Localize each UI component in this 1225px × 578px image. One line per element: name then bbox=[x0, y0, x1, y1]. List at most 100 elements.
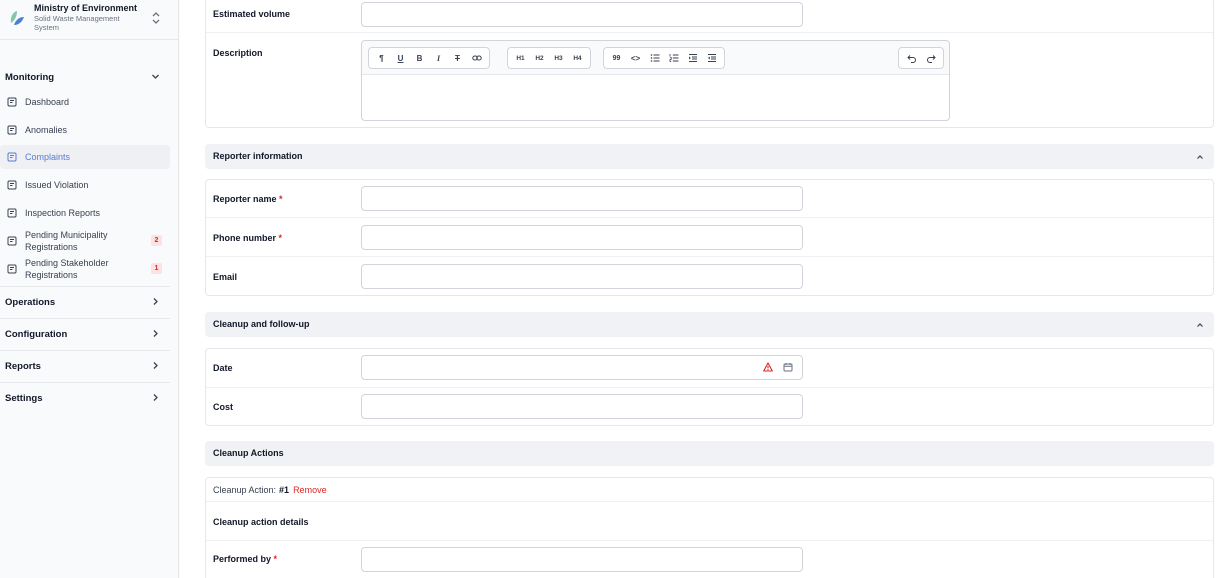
sidebar-item-complaints[interactable]: Complaints bbox=[0, 145, 170, 169]
bullet-list-icon bbox=[650, 54, 659, 62]
sidebar-item-label: Dashboard bbox=[25, 97, 70, 107]
toolbar-group-blocks: 99 <> bbox=[603, 47, 725, 69]
h3-button[interactable]: H3 bbox=[549, 50, 568, 66]
paragraph-button[interactable]: ¶ bbox=[372, 50, 391, 66]
remove-button[interactable]: Remove bbox=[293, 485, 327, 495]
date-input[interactable] bbox=[361, 355, 803, 380]
redo-button[interactable] bbox=[921, 50, 940, 66]
document-icon bbox=[7, 152, 17, 162]
sidebar-item-pending-municipality[interactable]: Pending Municipality Registrations 2 bbox=[0, 227, 170, 255]
cleanup-action-details-label: Cleanup action details bbox=[213, 517, 309, 527]
chevron-up-icon bbox=[1197, 323, 1203, 327]
outdent-icon bbox=[707, 54, 716, 62]
cleanup-action-heading: Cleanup Action: #1 Remove bbox=[213, 485, 327, 495]
document-icon bbox=[7, 180, 17, 190]
h2-button[interactable]: H2 bbox=[530, 50, 549, 66]
nav-group-label: Configuration bbox=[5, 328, 68, 340]
h1-button[interactable]: H1 bbox=[511, 50, 530, 66]
description-label: Description bbox=[213, 48, 263, 58]
email-label: Email bbox=[213, 272, 238, 282]
strikethrough-button[interactable]: T bbox=[448, 50, 467, 66]
chevron-down-icon bbox=[152, 74, 159, 79]
undo-button[interactable] bbox=[902, 50, 921, 66]
nav-group-operations[interactable]: Operations bbox=[0, 289, 170, 315]
divider bbox=[206, 540, 1213, 541]
section-title: Reporter information bbox=[213, 151, 303, 161]
reporter-name-input[interactable] bbox=[361, 186, 803, 211]
cost-input[interactable] bbox=[361, 394, 803, 419]
required-mark: * bbox=[273, 554, 278, 564]
divider bbox=[0, 318, 170, 319]
brand-title: Ministry of Environment bbox=[34, 3, 138, 13]
link-button[interactable] bbox=[467, 50, 486, 66]
description-editor[interactable]: ¶ U B I T H1 H2 H3 H4 99 <> bbox=[361, 40, 950, 121]
nav-group-label: Monitoring bbox=[5, 71, 55, 83]
toolbar-group-headings: H1 H2 H3 H4 bbox=[507, 47, 591, 69]
calendar-icon[interactable] bbox=[783, 362, 793, 372]
required-mark: * bbox=[278, 233, 283, 243]
chevron-updown-icon[interactable] bbox=[151, 10, 161, 26]
sidebar-item-label: Pending Municipality Registrations bbox=[25, 230, 108, 252]
divider bbox=[206, 217, 1213, 218]
estimated-volume-label: Estimated volume bbox=[213, 9, 291, 19]
estimated-volume-input[interactable] bbox=[361, 2, 803, 27]
numbered-list-button[interactable] bbox=[664, 50, 683, 66]
date-label: Date bbox=[213, 363, 233, 373]
chevron-right-icon bbox=[153, 330, 158, 337]
nav-group-configuration[interactable]: Configuration bbox=[0, 321, 170, 347]
sidebar-item-label: Anomalies bbox=[25, 125, 68, 135]
nav-group-monitoring[interactable]: Monitoring bbox=[0, 64, 170, 90]
editor-toolbar: ¶ U B I T H1 H2 H3 H4 99 <> bbox=[362, 41, 949, 75]
outdent-button[interactable] bbox=[702, 50, 721, 66]
performed-by-input[interactable] bbox=[361, 547, 803, 572]
sidebar-item-inspection-reports[interactable]: Inspection Reports bbox=[0, 201, 170, 225]
toolbar-group-format: ¶ U B I T bbox=[368, 47, 490, 69]
sidebar-item-label: Issued Violation bbox=[25, 180, 89, 190]
phone-number-label: Phone number * bbox=[213, 233, 283, 243]
count-badge: 2 bbox=[151, 235, 162, 246]
cost-label: Cost bbox=[213, 402, 233, 412]
performed-by-label: Performed by * bbox=[213, 554, 278, 564]
indent-button[interactable] bbox=[683, 50, 702, 66]
cleanup-section-header[interactable]: Cleanup and follow-up bbox=[205, 312, 1214, 337]
chevron-right-icon bbox=[153, 298, 158, 305]
indent-icon bbox=[688, 54, 697, 62]
sidebar-item-label: Pending Stakeholder Registrations bbox=[25, 258, 109, 280]
sidebar-item-anomalies[interactable]: Anomalies bbox=[0, 118, 170, 142]
divider bbox=[206, 256, 1213, 257]
nav-group-label: Settings bbox=[5, 392, 43, 404]
document-icon bbox=[7, 236, 17, 246]
phone-number-input[interactable] bbox=[361, 225, 803, 250]
chevron-right-icon bbox=[153, 394, 158, 401]
chevron-right-icon bbox=[153, 362, 158, 369]
leaf-logo-icon bbox=[10, 11, 24, 25]
bullet-list-button[interactable] bbox=[645, 50, 664, 66]
divider bbox=[0, 286, 170, 287]
email-input[interactable] bbox=[361, 264, 803, 289]
reporter-section-header[interactable]: Reporter information bbox=[205, 144, 1214, 169]
sidebar-item-pending-stakeholder[interactable]: Pending Stakeholder Registrations 1 bbox=[0, 255, 170, 283]
sidebar-item-dashboard[interactable]: Dashboard bbox=[0, 90, 170, 114]
sidebar: Ministry of Environment Solid Waste Mana… bbox=[0, 0, 179, 578]
link-icon bbox=[471, 55, 482, 61]
brand-switcher[interactable]: Ministry of Environment Solid Waste Mana… bbox=[0, 0, 178, 40]
cleanup-action-number: #1 bbox=[279, 485, 290, 495]
h4-button[interactable]: H4 bbox=[568, 50, 587, 66]
code-button[interactable]: <> bbox=[626, 50, 645, 66]
nav-group-reports[interactable]: Reports bbox=[0, 353, 170, 379]
redo-icon bbox=[926, 55, 936, 63]
document-icon bbox=[7, 208, 17, 218]
document-icon bbox=[7, 125, 17, 135]
sidebar-item-issued-violation[interactable]: Issued Violation bbox=[0, 173, 170, 197]
nav-group-settings[interactable]: Settings bbox=[0, 385, 170, 411]
underline-button[interactable]: U bbox=[391, 50, 410, 66]
warning-icon bbox=[763, 362, 773, 372]
document-icon bbox=[7, 97, 17, 107]
nav-group-label: Reports bbox=[5, 360, 41, 372]
blockquote-button[interactable]: 99 bbox=[607, 50, 626, 66]
bold-button[interactable]: B bbox=[410, 50, 429, 66]
divider bbox=[0, 350, 170, 351]
toolbar-group-history bbox=[898, 47, 944, 69]
italic-button[interactable]: I bbox=[429, 50, 448, 66]
divider bbox=[206, 501, 1213, 502]
